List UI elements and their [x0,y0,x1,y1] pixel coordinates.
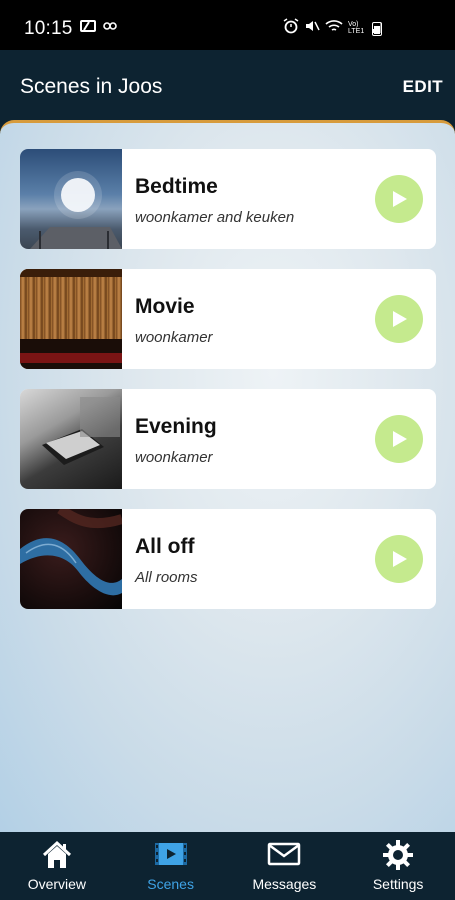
scene-thumbnail-evening [20,389,122,489]
play-button[interactable] [375,415,423,463]
wifi-icon [325,20,343,31]
mute-icon [306,21,320,31]
notification-icons [80,19,118,33]
nav-label: Messages [252,876,317,892]
scene-card-movie[interactable]: Movie woonkamer [20,269,436,369]
scene-card-evening[interactable]: Evening woonkamer [20,389,436,489]
envelope-icon [268,842,301,866]
nav-messages[interactable]: Messages [228,832,342,900]
scene-card-all-off[interactable]: All off All rooms [20,509,436,609]
svg-text:LTE1: LTE1 [348,28,364,34]
scene-thumbnail-bedtime [20,149,122,249]
nav-label: Overview [27,876,87,892]
scene-thumbnail-all-off [20,509,124,609]
edit-button[interactable]: EDIT [403,77,443,97]
scenes-list: Bedtime woonkamer and keuken Movie woonk… [0,120,455,832]
page-title: Scenes in Joos [20,75,163,98]
play-icon [393,551,407,567]
scene-rooms: woonkamer and keuken [135,209,295,226]
bottom-navigation: Overview Scenes Messages Settings [0,832,455,900]
home-icon [42,840,71,868]
nav-settings[interactable]: Settings [341,832,455,900]
nav-label: Settings [372,876,424,892]
scene-rooms: All rooms [135,569,198,586]
play-button[interactable] [375,175,423,223]
scenes-icon [154,843,187,865]
scene-rooms: woonkamer [135,449,213,466]
scene-rooms: woonkamer [135,329,213,346]
nav-label: Scenes [147,876,194,892]
system-icons: Vo) LTE1 [283,18,385,34]
alarm-icon [283,18,299,34]
scene-name: All off [135,535,195,558]
bluetooth-icon [103,22,117,30]
play-icon [393,311,407,327]
play-icon [393,191,407,207]
nav-overview[interactable]: Overview [0,832,114,900]
play-icon [393,431,407,447]
play-button[interactable] [375,295,423,343]
scene-name: Movie [135,295,195,318]
status-bar: 10:15 Vo) LTE1 [0,0,455,50]
app-header: Scenes in Joos EDIT [0,50,455,122]
scene-card-bedtime[interactable]: Bedtime woonkamer and keuken [20,149,436,249]
nav-scenes[interactable]: Scenes [114,832,228,900]
app-notification-icon [80,20,96,32]
play-button[interactable] [375,535,423,583]
svg-text:Vo): Vo) [348,21,359,28]
scene-thumbnail-movie [20,269,122,369]
scene-name: Bedtime [135,175,218,198]
gear-icon [383,840,414,870]
battery-icon [372,22,382,36]
scene-name: Evening [135,415,217,438]
status-time: 10:15 [24,18,73,39]
volte-icon: Vo)LTE1 [348,21,364,34]
